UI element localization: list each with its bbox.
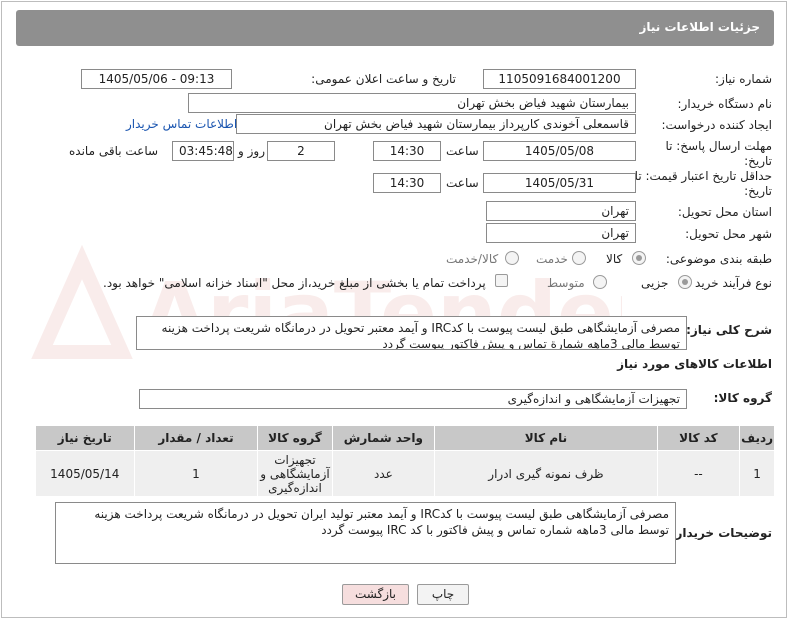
- delivery-city-label: شهر محل تحویل:: [685, 227, 772, 241]
- buyer-notes-label: توضیحات خریدار:: [670, 526, 772, 540]
- remaining-time-field: 03:45:48: [172, 141, 234, 161]
- buyer-org-label: نام دستگاه خریدار:: [677, 97, 773, 111]
- summary-label: شرح کلی نیاز:: [686, 323, 772, 337]
- col-row: ردیف: [739, 425, 775, 451]
- purchase-type-radio-minor[interactable]: [678, 275, 692, 289]
- cell-group: تجهیزات آزمایشگاهی و اندازه‌گیری: [257, 450, 333, 497]
- announce-datetime-label: تاریخ و ساعت اعلان عمومی:: [311, 72, 456, 86]
- announce-datetime-field: 1405/05/06 - 09:13: [81, 69, 232, 89]
- requester-field: قاسمعلی آخوندی کارپرداز بیمارستان شهید ف…: [236, 114, 636, 134]
- price-validity-date: 1405/05/31: [483, 173, 636, 193]
- goods-heading: اطلاعات کالاهای مورد نیاز: [617, 357, 772, 371]
- goods-group-label: گروه کالا:: [713, 391, 772, 405]
- reply-days-field: 2: [267, 141, 335, 161]
- buyer-notes-textarea: مصرفی آزمایشگاهی طبق لیست پیوست با کدIRC…: [55, 502, 676, 564]
- purchase-type-option-medium: متوسط: [547, 276, 585, 290]
- cell-row: 1: [739, 450, 775, 497]
- reply-deadline-time: 14:30: [373, 141, 441, 161]
- col-name: نام کالا: [434, 425, 658, 451]
- summary-textarea: مصرفی آزمایشگاهی طبق لیست پیوست با کدIRC…: [136, 316, 687, 350]
- delivery-province-field: تهران: [486, 201, 636, 221]
- delivery-province-label: استان محل تحویل:: [677, 205, 772, 219]
- price-validity-time-label: ساعت: [446, 176, 479, 190]
- table-row: 1 -- ظرف نمونه گیری ادرار عدد تجهیزات آز…: [35, 450, 775, 497]
- col-qty: تعداد / مقدار: [133, 425, 259, 451]
- treasury-payment-checkbox[interactable]: [495, 274, 508, 287]
- reply-time-label: ساعت: [446, 144, 479, 158]
- need-number-label: شماره نیاز:: [715, 72, 772, 86]
- purchase-type-radio-medium[interactable]: [593, 275, 607, 289]
- category-option-goods: کالا: [606, 252, 623, 266]
- goods-group-field: تجهیزات آزمایشگاهی و اندازه‌گیری: [139, 389, 687, 409]
- reply-deadline-date: 1405/05/08: [483, 141, 636, 161]
- cell-date: 1405/05/14: [35, 450, 135, 497]
- category-option-service: خدمت: [536, 252, 568, 266]
- reply-days-label: روز و: [238, 144, 265, 158]
- col-group: گروه کالا: [257, 425, 333, 451]
- watermark-logo: AriaTender.net: [31, 244, 622, 362]
- need-number-field: 1105091684001200: [483, 69, 636, 89]
- goods-table-header: ردیف کد کالا نام کالا واحد شمارش گروه کا…: [35, 425, 775, 451]
- cell-unit: عدد: [331, 450, 436, 497]
- goods-table: ردیف کد کالا نام کالا واحد شمارش گروه کا…: [35, 425, 775, 497]
- cell-name: ظرف نمونه گیری ادرار: [434, 450, 658, 497]
- page-frame: جزئیات اطلاعات نیاز AriaTender.net شماره…: [1, 1, 787, 618]
- col-date: تاریخ نیاز: [35, 425, 135, 451]
- col-code: کد کالا: [656, 425, 741, 451]
- back-button[interactable]: بازگشت: [342, 584, 409, 605]
- col-unit: واحد شمارش: [331, 425, 436, 451]
- price-validity-label: حداقل تاریخ اعتبار قیمت: تا تاریخ:: [634, 169, 772, 198]
- treasury-payment-note: پرداخت تمام یا بخشی از مبلغ خرید،از محل …: [103, 276, 486, 290]
- purchase-type-option-minor: جزیی: [641, 276, 669, 290]
- requester-label: ایجاد کننده درخواست:: [661, 118, 772, 132]
- buyer-org-field: بیمارستان شهید فیاض بخش تهران: [188, 93, 636, 113]
- category-radio-both[interactable]: [505, 251, 519, 265]
- print-button[interactable]: چاپ: [417, 584, 469, 605]
- category-radio-goods[interactable]: [632, 251, 646, 265]
- reply-deadline-label: مهلت ارسال پاسخ: تا تاریخ:: [665, 139, 772, 168]
- page-title: جزئیات اطلاعات نیاز: [639, 20, 760, 34]
- category-option-both: کالا/خدمت: [446, 252, 499, 266]
- category-label: طبقه بندی موضوعی:: [665, 252, 772, 266]
- cell-code: --: [656, 450, 741, 497]
- delivery-city-field: تهران: [486, 223, 636, 243]
- purchase-type-label: نوع فرآیند خرید :: [687, 276, 772, 290]
- category-radio-service[interactable]: [572, 251, 586, 265]
- buyer-contact-link[interactable]: اطلاعات تماس خریدار: [126, 117, 237, 131]
- title-bar: جزئیات اطلاعات نیاز: [16, 10, 774, 46]
- cell-qty: 1: [133, 450, 259, 497]
- remaining-time-label: ساعت باقی مانده: [69, 144, 159, 158]
- price-validity-time: 14:30: [373, 173, 441, 193]
